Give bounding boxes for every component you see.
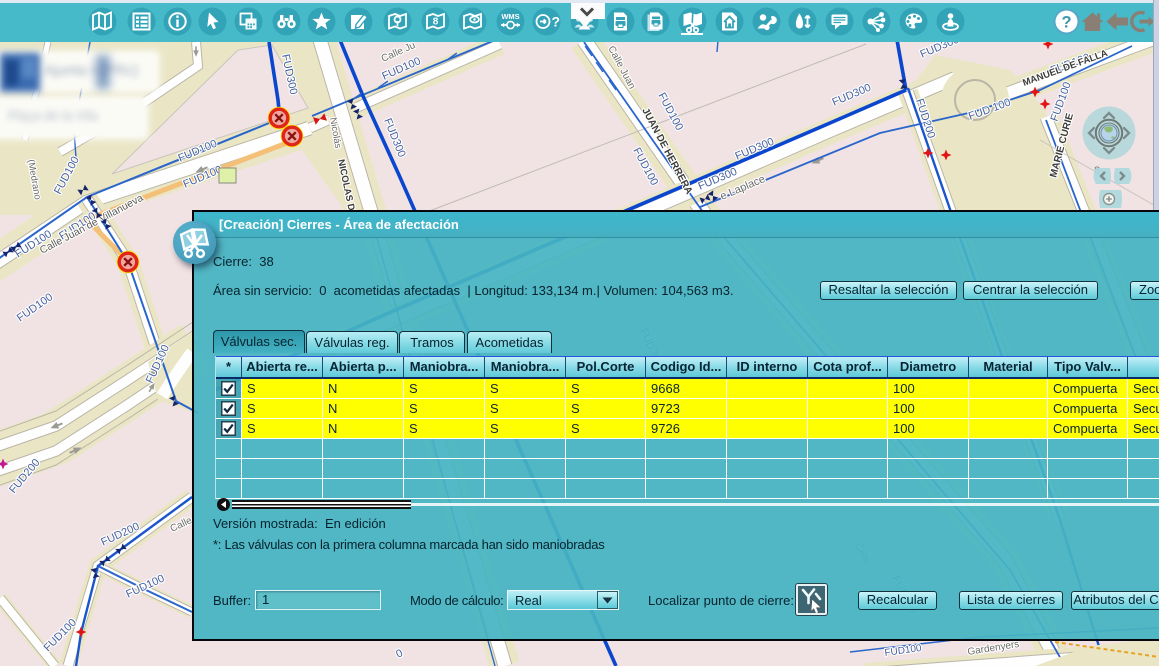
- svg-text:8: 8: [432, 17, 438, 28]
- svg-text:WMS: WMS: [501, 12, 519, 21]
- svg-text:?: ?: [1061, 14, 1071, 32]
- svg-text:?: ?: [551, 14, 560, 30]
